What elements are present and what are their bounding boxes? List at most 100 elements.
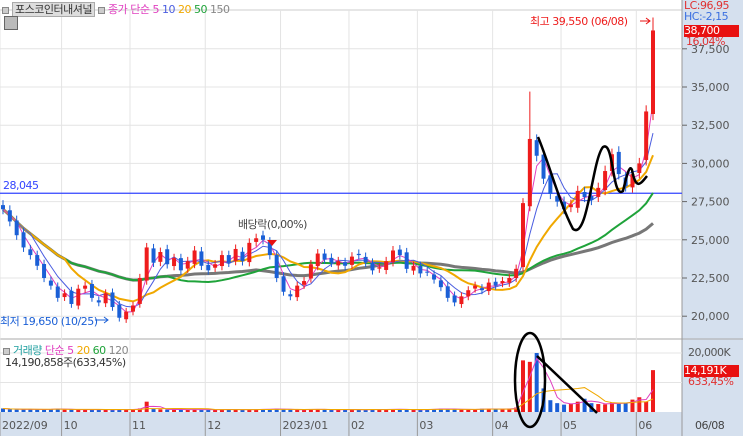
candle-body — [336, 261, 341, 266]
candle-body — [172, 258, 177, 267]
candle-body — [568, 204, 573, 208]
candle-body — [452, 295, 457, 303]
last-change: 16,04% — [686, 35, 725, 48]
axis-date: 06/08 — [695, 419, 725, 432]
volume-tick: 20,000K — [688, 346, 731, 359]
candle-body — [96, 300, 101, 303]
volume-bar — [295, 409, 300, 412]
volume-bar — [206, 409, 211, 412]
price-tick-label: 30,000 — [691, 157, 730, 170]
candle-body — [384, 261, 389, 270]
volume-bar — [356, 409, 361, 412]
candle-body — [349, 256, 354, 265]
candle-body — [14, 220, 19, 236]
candle-body — [432, 274, 437, 280]
candle-body — [7, 210, 12, 222]
candle-body — [199, 251, 204, 266]
candle-body — [356, 253, 361, 256]
volume-bar — [62, 409, 67, 412]
candle-body — [377, 267, 382, 269]
high-arrow-icon — [640, 17, 651, 25]
calendar-grid-icon[interactable] — [4, 16, 18, 30]
candle-body — [302, 281, 307, 285]
candle-body — [281, 276, 286, 292]
candle-body — [575, 190, 580, 208]
candle-body — [158, 252, 163, 262]
volume-bar — [568, 403, 573, 412]
volume-bar — [76, 409, 81, 412]
candle-body — [137, 278, 142, 304]
candle-body — [438, 280, 443, 288]
candle-body — [295, 285, 300, 298]
candle-body — [527, 138, 532, 207]
volume-bar — [151, 409, 156, 412]
candle-body — [274, 255, 279, 278]
candle-body — [103, 293, 108, 304]
volume-bar — [158, 409, 163, 412]
volume-bar — [185, 409, 190, 412]
candle-body — [514, 268, 519, 278]
volume-bar — [603, 404, 608, 412]
volume-bar — [555, 403, 560, 412]
price-tick-label: 35,000 — [691, 81, 730, 94]
candle-body — [165, 249, 170, 265]
moving-average-25 — [2, 192, 654, 283]
candle-body — [48, 280, 53, 286]
ma-5: 5 — [152, 3, 159, 16]
candle-body — [486, 282, 491, 292]
candle-body — [343, 262, 348, 266]
candle-body — [21, 232, 26, 248]
stock-name[interactable]: 포스코인터내셔널 — [12, 2, 95, 17]
candle-body — [596, 187, 601, 197]
ma-50: 50 — [193, 3, 208, 16]
candle-body — [185, 261, 190, 269]
volume-pct: 633,45% — [688, 375, 734, 388]
volume-bar — [329, 409, 334, 412]
candle-body — [329, 257, 334, 263]
candle-body — [582, 191, 587, 198]
candle-body — [404, 252, 409, 269]
candle-body — [479, 288, 484, 291]
candle-body — [466, 290, 471, 297]
volume-bar — [7, 409, 12, 412]
candle-body — [391, 250, 395, 263]
price-tick-label: 27,500 — [691, 196, 730, 209]
candle-body — [507, 278, 512, 283]
x-tick-label: 2022/09 — [2, 419, 48, 432]
ma-title: 종가 단순 — [107, 3, 150, 16]
chart-header: 포스코인터내셔널 종가 단순 5 10 20 50 150 — [2, 1, 230, 17]
candle-body — [144, 247, 149, 281]
ma-20: 20 — [177, 3, 192, 16]
x-tick-label: 06 — [638, 419, 652, 432]
candle-body — [69, 290, 74, 304]
candle-body — [370, 262, 375, 271]
candle-body — [83, 285, 88, 289]
x-tick-label: 04 — [495, 419, 509, 432]
candle-body — [288, 294, 293, 297]
x-tick-label: 05 — [563, 419, 577, 432]
low-annotation: 최저 19,650 (10/25) — [0, 315, 98, 328]
chart-canvas[interactable]: 37,50035,00032,50030,00027,50025,00022,5… — [0, 0, 743, 436]
candle-body — [213, 264, 218, 268]
candle-body — [363, 256, 368, 263]
candle-body — [110, 292, 115, 308]
price-tick-label: 25,000 — [691, 234, 730, 247]
stock-chart: 37,500 35,000 32,500 30,000 27,500 25,000 22,5… — [0, 0, 743, 436]
ma-settings-icon[interactable] — [97, 6, 105, 14]
settings-icon[interactable] — [2, 6, 9, 14]
candle-body — [521, 203, 525, 268]
hline-label: 28,045 — [3, 179, 39, 192]
candle-body — [322, 253, 327, 260]
x-tick-label: 11 — [132, 419, 146, 432]
volume-bar — [288, 409, 293, 412]
candle-body — [397, 249, 402, 256]
candle-body — [500, 281, 505, 284]
candle-body — [206, 264, 211, 271]
candle-body — [1, 205, 5, 210]
volume-bar — [240, 409, 245, 412]
candle-body — [131, 305, 135, 312]
candle-body — [226, 255, 231, 263]
candle-body — [178, 258, 183, 271]
volume-bar — [527, 361, 532, 412]
candle-body — [644, 111, 649, 160]
